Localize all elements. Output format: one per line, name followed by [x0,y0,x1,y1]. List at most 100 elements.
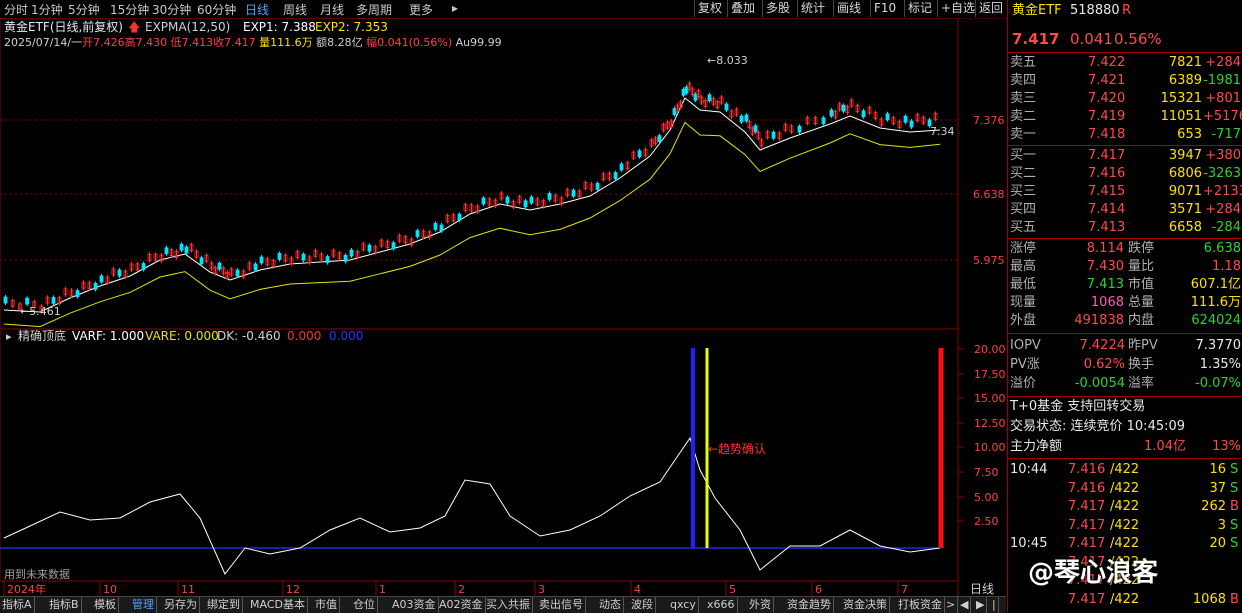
period-10[interactable]: 更多 [409,1,433,18]
varf-value: VARF: 1.000 [72,329,144,343]
indicator-tab-18[interactable]: 资金趋势 [785,597,834,613]
indicator-tab-4[interactable]: 另存为 [162,597,200,613]
net-value: 1.04亿 [1144,439,1186,454]
indicator-tab-3[interactable]: 管理 [130,597,157,613]
indicator-tab-11[interactable]: 买入共振 [484,597,533,613]
t0-text: T+0基金 支持回转交易 [1010,399,1146,414]
future-data-note: 用到未来数据 [4,567,70,581]
candle-body [684,86,689,94]
ask-vol: 7821 [1168,55,1202,70]
indicator-tab-0[interactable]: 指标A [0,597,35,613]
status-row: 交易状态: 连续竞价 10:45:09 [1008,418,1242,436]
ohlc-line: 2025/07/14/一开7.426高7.430 低7.413收7.417 量1… [4,35,502,49]
ind-tick-2: 15.00 [974,392,1006,405]
scroll-right-icon[interactable]: ▶ [974,597,988,613]
toolbar-button-0[interactable]: 复权 [694,0,725,17]
scroll-end-icon[interactable]: | [990,597,999,613]
tick-price: 7.417 [1068,517,1106,533]
tick-ref: /422 [1110,462,1140,477]
stat-row-4: 外盘 491838 内盘 624024 [1008,312,1242,330]
stat-label: 最低 [1010,277,1037,292]
period-8[interactable]: 月线 [320,1,344,18]
min-price-label: ←5.461 [20,305,61,318]
period-6[interactable]: 日线 [245,1,269,18]
ask-price: 7.421 [1088,73,1126,88]
period-9[interactable]: 多周期 [356,1,392,18]
toolbar-button-4[interactable]: 画线 [833,0,864,17]
stat-value: 607.1亿 [1190,277,1241,292]
period-4[interactable]: 30分钟 [152,1,191,18]
indicator-tab-12[interactable]: 卖出信号 [537,597,586,613]
indicator-tab-1[interactable]: 指标B [47,597,82,613]
stat-value: 6.638 [1203,241,1241,256]
tabs-scroll-right-icon[interactable]: > [944,597,959,613]
tick-ref: /422 [1110,591,1140,607]
price-tick-2: 5.975 [973,254,1005,267]
indicator-name: 精确顶底 [18,328,66,343]
toolbar-button-7[interactable]: +自选 [937,0,978,17]
indicator-tab-2[interactable]: 模板 [92,597,119,613]
candle-body [753,125,758,133]
tick-vol: 16 [1209,462,1226,477]
candle-body [343,254,348,262]
toolbar-button-1[interactable]: 叠加 [727,0,758,17]
tick-price: 7.416 [1068,462,1106,477]
trend-confirm-annotation: ←趋势确认 [708,442,766,456]
toolbar-button-3[interactable]: 统计 [797,0,828,17]
candle-body [457,213,462,221]
indicator-tab-5[interactable]: 绑定到 [205,597,243,613]
more-arrow-icon[interactable]: ▸ [452,1,458,15]
kline-chart[interactable]: 黄金ETF(日线,前复权) 🡅 EXPMA(12,50) EXP1: 7.388 EXP… [0,18,1006,596]
candle-body [505,196,510,204]
indicator-tab-8[interactable]: 仓位 [351,597,378,613]
date-tick-6: 3 [538,583,545,596]
ind-tick-3: 12.50 [974,417,1006,430]
period-2[interactable]: 5分钟 [68,1,100,18]
indicator-tab-7[interactable]: 市值 [313,597,340,613]
period-7[interactable]: 周线 [283,1,307,18]
indicator-tab-16[interactable]: x666 [705,597,738,613]
exp2-line [3,121,941,328]
panel-sep-6 [1008,458,1242,459]
tick-ref: /422 [1110,536,1140,551]
candle-body [739,115,744,123]
period-5[interactable]: 60分钟 [197,1,236,18]
toolbar-button-8[interactable]: 返回 [975,0,1006,17]
stat-label: 量比 [1128,259,1155,274]
indicator-tab-9[interactable]: A03资金 [390,597,439,613]
period-3[interactable]: 15分钟 [110,1,149,18]
candle-body [672,108,677,115]
indicator-tab-10[interactable]: A02资金 [437,597,486,613]
indicator-expand-icon[interactable]: ▸ [6,330,12,343]
period-corner-label: 日线 [970,582,994,596]
period-1[interactable]: 1分钟 [31,1,63,18]
ask-chg: +5176 [1203,109,1242,124]
tick-row-1: 7.416/422 37 S [1008,480,1242,498]
indicator-tab-17[interactable]: 外资 [747,597,774,613]
tick-vol: 1068 [1192,591,1226,607]
ask-vol: 11051 [1160,109,1202,124]
indicator-tab-13[interactable]: 动态 [597,597,624,613]
stat-label: 跌停 [1128,241,1155,256]
indicator-tab-20[interactable]: 打板资金 [896,597,945,613]
exp2-value: EXP2: 7.353 [315,20,388,34]
indicator-tab-14[interactable]: 波段 [629,597,656,613]
scroll-left-icon[interactable]: ◀ [958,597,972,613]
bid-vol: 3947 [1168,148,1202,163]
candle-body [367,244,372,252]
bid-label: 买五 [1010,220,1037,235]
toolbar-button-2[interactable]: 多股 [762,0,793,17]
ind-tick-6: 5.00 [974,491,999,504]
indicator-tab-19[interactable]: 资金决策 [841,597,890,613]
stat-value: 7.430 [1086,259,1124,274]
period-0[interactable]: 分时 [4,1,28,18]
bid-row-2: 买三 7.415 9071+2133 [1008,183,1242,201]
ind-tick-0: 20.00 [974,343,1006,356]
toolbar-button-5[interactable]: F10 [870,0,899,17]
ask-price: 7.419 [1088,109,1126,124]
candle-body [277,252,282,260]
toolbar-button-6[interactable]: 标记 [904,0,935,17]
indicator-tab-6[interactable]: MACD基本 [248,597,308,613]
iopv-value: -0.0054 [1074,376,1125,391]
indicator-tab-15[interactable]: qxcy [668,597,699,613]
